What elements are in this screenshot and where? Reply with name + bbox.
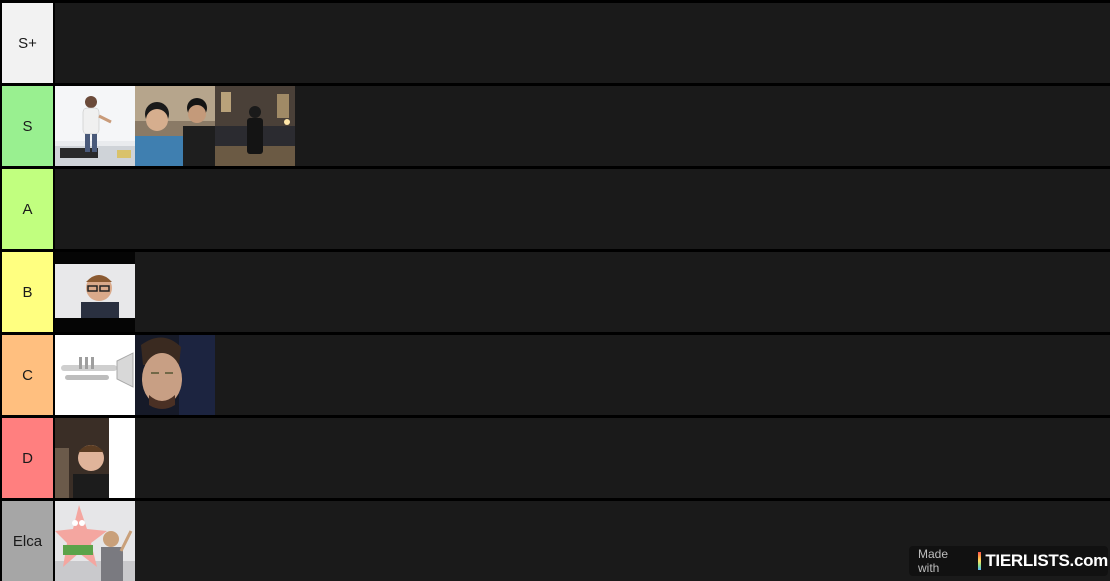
tier-list: S+ S A B C D Elca [0, 0, 1110, 581]
tier-items-c[interactable] [55, 335, 1110, 415]
tier-label-d[interactable]: D [2, 418, 53, 498]
tier-row-s-plus: S+ [0, 3, 1110, 83]
tier-items-s[interactable] [55, 86, 1110, 166]
tier-items-a[interactable] [55, 169, 1110, 249]
tier-label-s-plus[interactable]: S+ [2, 3, 53, 83]
tier-label-a[interactable]: A [2, 169, 53, 249]
watermark-brand: TIERLISTS.com [985, 551, 1108, 570]
tier-item-sleeping-face-photo[interactable] [135, 335, 215, 415]
tierlists-logo-icon [977, 552, 982, 570]
tier-row-c: C [0, 335, 1110, 415]
tierlists-watermark[interactable]: Made with TIERLISTS.com [909, 546, 1108, 576]
tier-label-c[interactable]: C [2, 335, 53, 415]
tier-row-d: D [0, 418, 1110, 498]
tier-items-b[interactable] [55, 252, 1110, 332]
tier-row-a: A [0, 169, 1110, 249]
tier-item-selfie-photo[interactable] [135, 86, 215, 166]
watermark-made-with: Made with [918, 547, 949, 575]
tier-label-s[interactable]: S [2, 86, 53, 166]
tier-label-elca[interactable]: Elca [2, 501, 53, 581]
tier-row-b: B [0, 252, 1110, 332]
tier-item-smiling-photo[interactable] [55, 418, 135, 498]
tier-item-whiteboard-photo[interactable] [55, 86, 135, 166]
tier-row-s: S [0, 86, 1110, 166]
tier-item-webcam-photo[interactable] [55, 252, 135, 332]
tier-item-trumpet-image[interactable] [55, 335, 135, 415]
tier-item-night-street-photo[interactable] [215, 86, 295, 166]
tier-items-s-plus[interactable] [55, 3, 1110, 83]
tier-items-d[interactable] [55, 418, 1110, 498]
tier-item-starfish-plush-photo[interactable] [55, 501, 135, 581]
tier-label-b[interactable]: B [2, 252, 53, 332]
